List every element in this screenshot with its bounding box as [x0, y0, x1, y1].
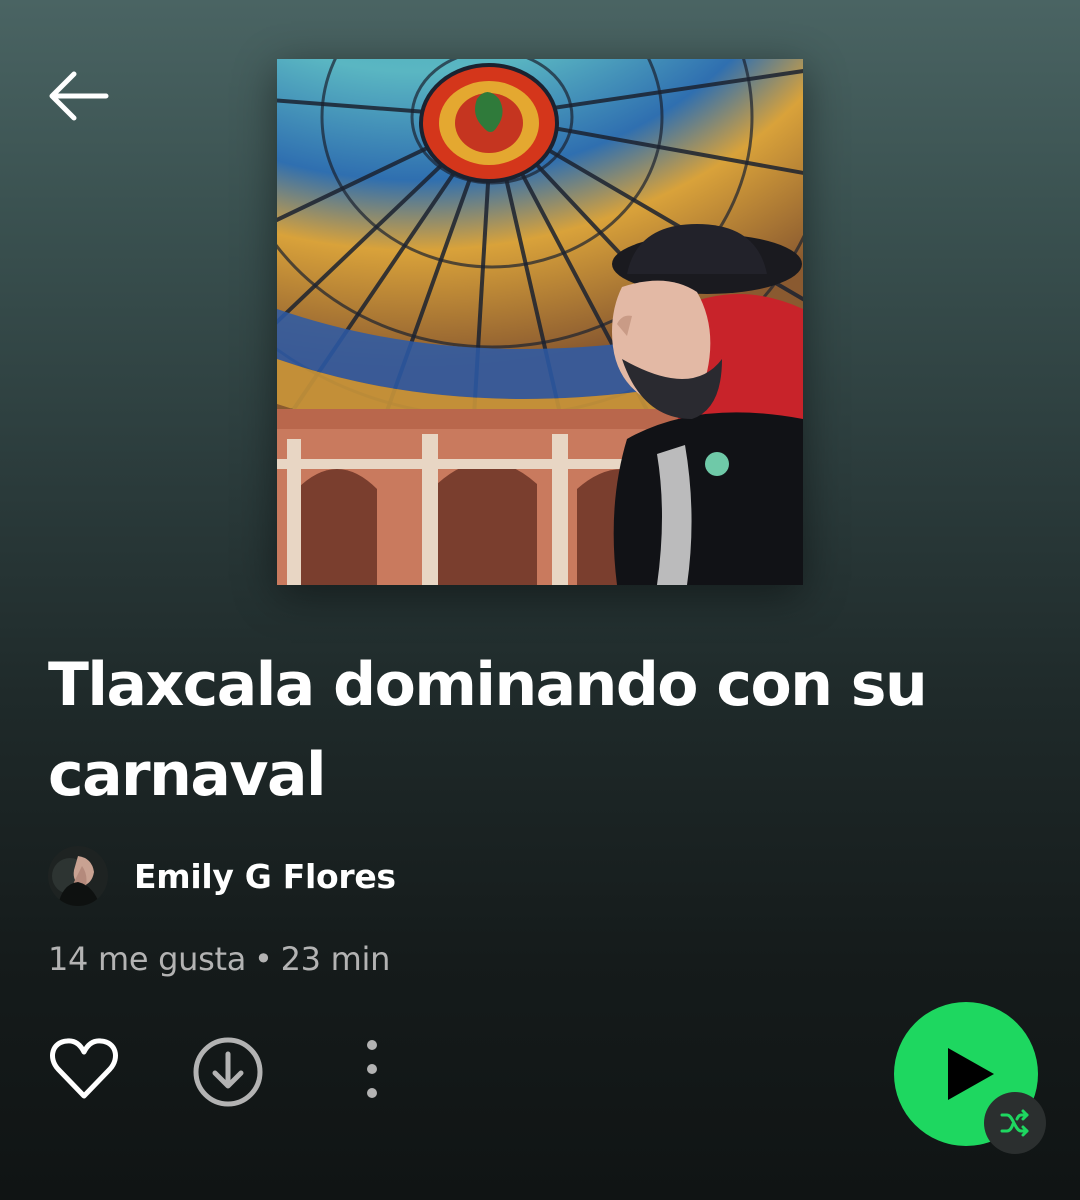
owner-link[interactable]: Emily G Flores — [48, 846, 396, 906]
shuffle-button[interactable] — [984, 1092, 1046, 1154]
playlist-cover-image — [277, 59, 803, 585]
play-icon — [948, 1048, 994, 1100]
playlist-meta: 14 me gusta • 23 min — [48, 940, 390, 978]
shuffle-icon — [1000, 1109, 1029, 1137]
arrow-left-icon — [49, 71, 109, 121]
likes-count: 14 me gusta — [48, 940, 247, 978]
download-circle-icon — [193, 1037, 263, 1107]
heart-outline-icon — [50, 1038, 118, 1099]
like-button[interactable] — [48, 1036, 120, 1102]
download-button[interactable] — [192, 1036, 264, 1108]
playlist-duration: 23 min — [280, 940, 391, 978]
back-button[interactable] — [40, 64, 116, 128]
owner-avatar — [48, 846, 108, 906]
more-vertical-icon — [367, 1040, 377, 1098]
meta-separator: • — [254, 940, 273, 978]
owner-name: Emily G Flores — [134, 856, 396, 896]
playlist-title: Tlaxcala dominando con su carnaval — [48, 650, 928, 810]
more-options-button[interactable] — [352, 1034, 392, 1104]
